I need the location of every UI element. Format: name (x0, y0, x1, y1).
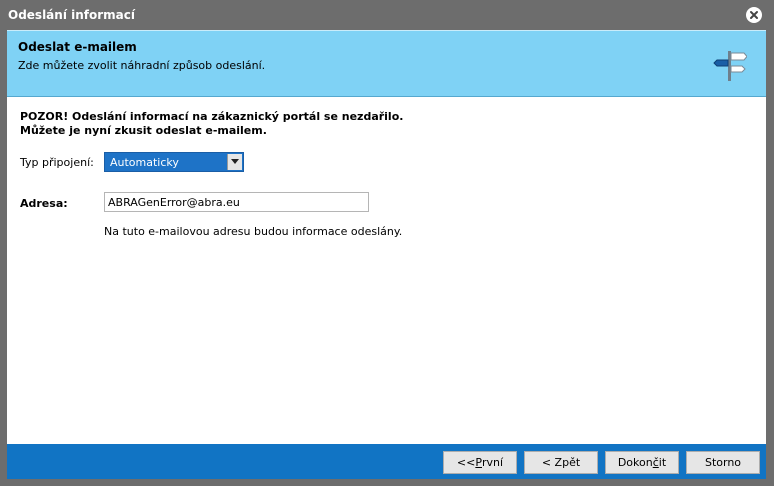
first-button-rest: rvní (482, 456, 504, 469)
address-label: Adresa: (20, 197, 68, 210)
warning-line-2: Můžete je nyní zkusit odeslat e-mailem. (20, 124, 267, 137)
header-subtitle: Zde můžete zvolit náhradní způsob odeslá… (18, 59, 266, 72)
finish-button-rest: it (658, 456, 667, 469)
button-bar: << První < Zpět Dokon č it Storno (7, 444, 766, 479)
connection-type-value: Automaticky (110, 156, 179, 169)
title-bar: Odeslání informací (0, 0, 774, 30)
address-hint: Na tuto e-mailovou adresu budou informac… (104, 225, 403, 238)
connection-type-select[interactable]: Automaticky (104, 152, 244, 172)
dialog-window: Odeslání informací Odeslat e-mailem Zde … (0, 0, 774, 486)
warning-line-1: POZOR! Odeslání informací na zákaznický … (20, 110, 404, 123)
cancel-button-label: Storno (704, 456, 742, 469)
close-icon (750, 11, 758, 19)
back-button-label: < Zpět (541, 456, 581, 469)
address-input[interactable] (104, 192, 369, 212)
wizard-header: Odeslat e-mailem Zde můžete zvolit náhra… (7, 30, 766, 97)
dialog-client: Odeslat e-mailem Zde můžete zvolit náhra… (7, 30, 766, 479)
finish-button[interactable]: Dokon č it (605, 451, 679, 474)
first-button-prefix: << (456, 456, 476, 469)
window-title: Odeslání informací (8, 8, 135, 22)
first-button-mnemonic: P (475, 456, 482, 469)
finish-button-prefix: Dokon (617, 456, 653, 469)
signpost-icon (713, 51, 747, 81)
back-button[interactable]: < Zpět (524, 451, 598, 474)
warning-message: POZOR! Odeslání informací na zákaznický … (20, 110, 403, 138)
cancel-button[interactable]: Storno (686, 451, 760, 474)
first-button[interactable]: << První (443, 451, 517, 474)
chevron-down-icon (231, 159, 239, 164)
close-button[interactable] (746, 7, 762, 23)
dropdown-button[interactable] (227, 154, 242, 170)
header-title: Odeslat e-mailem (18, 40, 137, 54)
connection-type-label: Typ připojení: (20, 156, 94, 169)
